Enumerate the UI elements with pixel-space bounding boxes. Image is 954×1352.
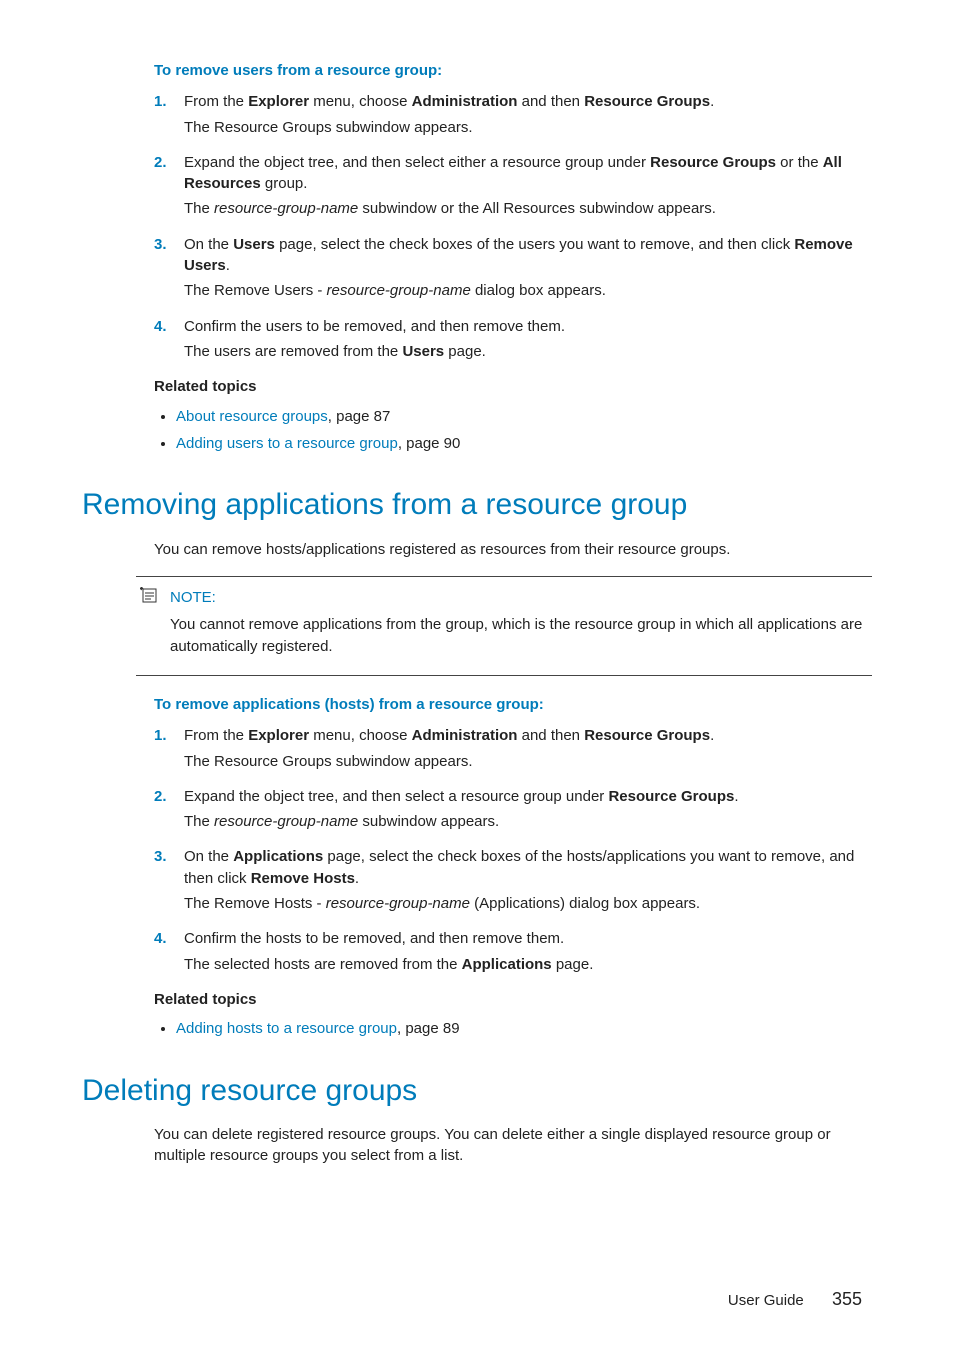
step-text: From the Explorer menu, choose Administr… — [184, 93, 714, 110]
section-intro-text: You can delete registered resource group… — [154, 1124, 872, 1167]
step-number: 2. — [154, 152, 167, 173]
step-text: On the Applications page, select the che… — [184, 848, 854, 886]
page-footer: User Guide 355 — [82, 1287, 872, 1313]
related-topics-heading: Related topics — [154, 376, 872, 397]
step-item: 1. From the Explorer menu, choose Admini… — [154, 91, 872, 138]
step-number: 1. — [154, 725, 167, 746]
link-adding-users[interactable]: Adding users to a resource group — [176, 435, 398, 452]
step-number: 4. — [154, 928, 167, 949]
page-number: 355 — [832, 1287, 862, 1313]
step-text: Confirm the hosts to be removed, and the… — [184, 930, 564, 947]
step-item: 1. From the Explorer menu, choose Admini… — [154, 725, 872, 772]
step-number: 4. — [154, 316, 167, 337]
step-result: The resource-group-name subwindow or the… — [184, 198, 872, 219]
step-result: The selected hosts are removed from the … — [184, 954, 872, 975]
step-item: 4. Confirm the hosts to be removed, and … — [154, 928, 872, 975]
related-topics-heading: Related topics — [154, 989, 872, 1010]
step-result: The Remove Users - resource-group-name d… — [184, 280, 872, 301]
section-intro-text: You can remove hosts/applications regist… — [154, 539, 872, 560]
related-link-item: Adding users to a resource group, page 9… — [176, 433, 872, 454]
step-item: 3. On the Users page, select the check b… — [154, 234, 872, 302]
step-result: The Remove Hosts - resource-group-name (… — [184, 893, 872, 914]
step-item: 2. Expand the object tree, and then sele… — [154, 786, 872, 833]
step-text: Expand the object tree, and then select … — [184, 154, 842, 192]
step-text: From the Explorer menu, choose Administr… — [184, 727, 714, 744]
steps-remove-apps: 1. From the Explorer menu, choose Admini… — [154, 725, 872, 975]
note-heading: NOTE: — [170, 587, 872, 608]
steps-remove-users: 1. From the Explorer menu, choose Admini… — [154, 91, 872, 362]
step-text: Confirm the users to be removed, and the… — [184, 318, 565, 335]
footer-label: User Guide — [728, 1292, 804, 1309]
step-result: The users are removed from the Users pag… — [184, 341, 872, 362]
heading-removing-applications: Removing applications from a resource gr… — [82, 484, 872, 527]
step-item: 4. Confirm the users to be removed, and … — [154, 316, 872, 363]
link-adding-hosts[interactable]: Adding hosts to a resource group — [176, 1020, 397, 1037]
note-icon — [140, 587, 160, 603]
note-body: You cannot remove applications from the … — [170, 614, 872, 657]
step-result: The Resource Groups subwindow appears. — [184, 751, 872, 772]
link-about-resource-groups[interactable]: About resource groups — [176, 408, 328, 425]
note-block: NOTE: You cannot remove applications fro… — [136, 576, 872, 676]
related-link-item: About resource groups, page 87 — [176, 406, 872, 427]
step-item: 2. Expand the object tree, and then sele… — [154, 152, 872, 220]
heading-deleting-resource-groups: Deleting resource groups — [82, 1070, 872, 1113]
step-number: 2. — [154, 786, 167, 807]
procedure-heading-remove-users: To remove users from a resource group: — [154, 60, 872, 81]
step-item: 3. On the Applications page, select the … — [154, 846, 872, 914]
step-number: 3. — [154, 846, 167, 867]
related-link-item: Adding hosts to a resource group, page 8… — [176, 1018, 872, 1039]
related-topics-list: Adding hosts to a resource group, page 8… — [154, 1018, 872, 1039]
step-result: The Resource Groups subwindow appears. — [184, 117, 872, 138]
related-topics-list: About resource groups, page 87 Adding us… — [154, 406, 872, 455]
step-text: Expand the object tree, and then select … — [184, 788, 739, 805]
step-result: The resource-group-name subwindow appear… — [184, 811, 872, 832]
step-number: 3. — [154, 234, 167, 255]
step-number: 1. — [154, 91, 167, 112]
procedure-heading-remove-apps: To remove applications (hosts) from a re… — [154, 694, 872, 715]
step-text: On the Users page, select the check boxe… — [184, 236, 853, 274]
